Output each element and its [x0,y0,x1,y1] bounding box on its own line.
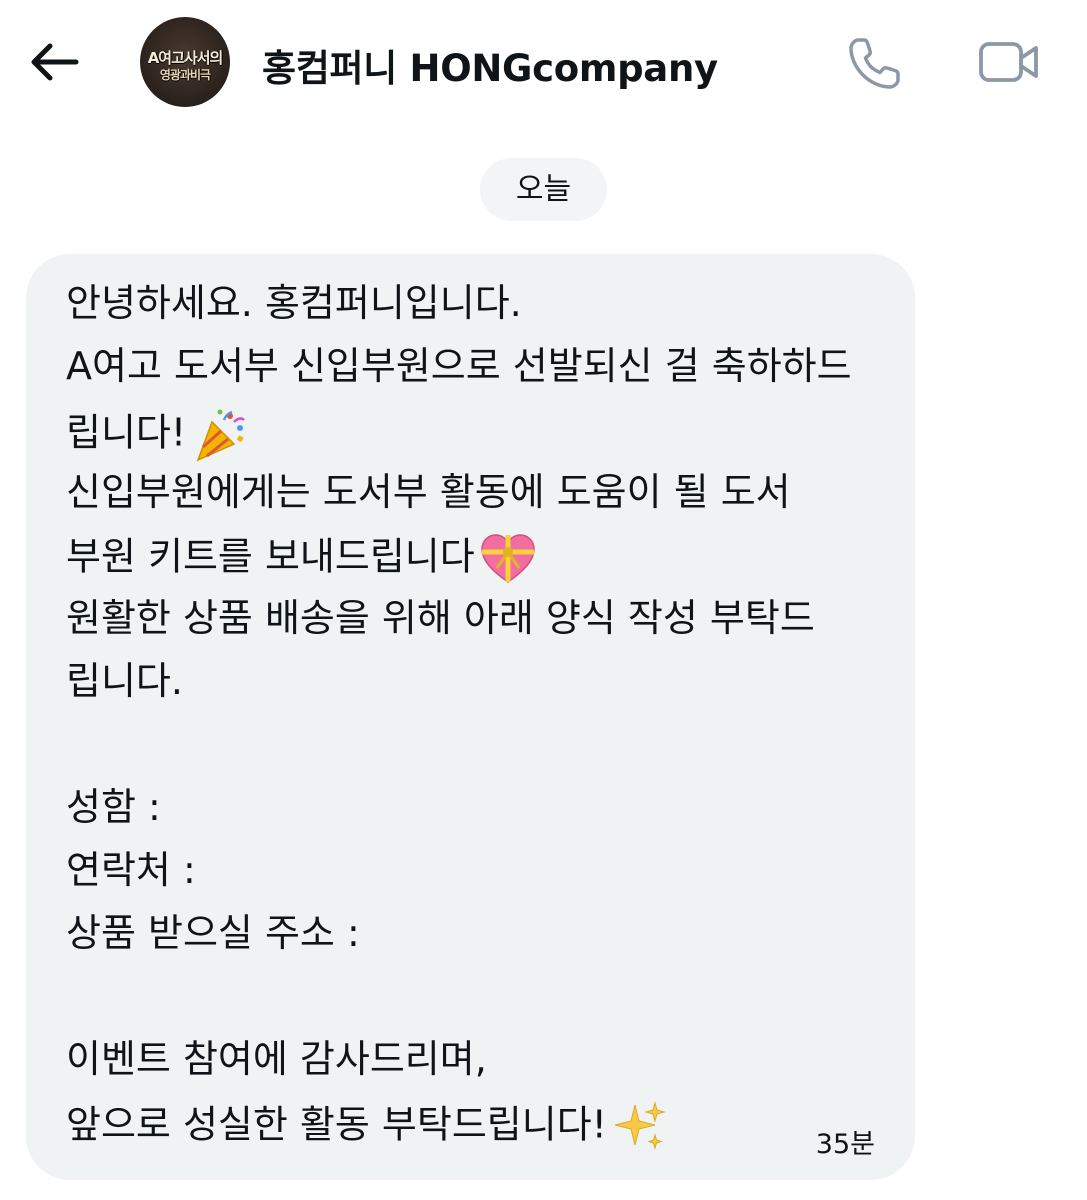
phone-icon [849,38,900,89]
message-line: 이벤트 참여에 감사드리며, [66,1037,487,1081]
call-button[interactable] [846,34,904,92]
message-line: 립니다. [66,659,183,703]
message-line-with-emoji: 립니다! [66,406,248,464]
video-camera-icon [979,42,1038,82]
conversation-header: A여고사서의 영광과비극 홍컴퍼니 HONGcompany [0,0,1087,125]
date-divider: 오늘 [480,158,607,221]
message-line: 성함 : [66,785,161,829]
message-line: A여고 도서부 신입부원으로 선발되신 걸 축하하드 [66,344,852,388]
message-line-with-emoji: 앞으로 성실한 활동 부탁드립니다! [66,1099,667,1155]
message-line: 신입부원에게는 도서부 활동에 도움이 될 도서 [66,470,791,514]
message-line-text: 립니다! [66,410,187,455]
message-timestamp: 35분 [815,1129,875,1160]
party-popper-icon [196,409,246,462]
heart-with-ribbon-icon [480,534,535,583]
message-line-with-emoji: 부원 키트를 보내드립니다 [66,532,537,586]
sparkles-icon [614,1101,666,1150]
avatar-text-line1: A여고사서의 [147,49,224,67]
message-line: 상품 받으실 주소 : [66,911,360,955]
message-bubble[interactable]: 안녕하세요. 홍컴퍼니입니다. A여고 도서부 신입부원으로 선발되신 걸 축하… [26,254,915,1180]
avatar-text-line2: 영광과비극 [159,68,211,82]
avatar[interactable]: A여고사서의 영광과비극 [140,17,230,107]
video-call-button[interactable] [976,36,1042,88]
contact-name[interactable]: 홍컴퍼니 HONGcompany [262,38,718,92]
back-button[interactable] [26,34,82,90]
message-line-text: 앞으로 성실한 활동 부탁드립니다! [66,1102,607,1147]
arrow-left-icon [31,43,79,81]
message-line: 안녕하세요. 홍컴퍼니입니다. [66,281,522,325]
message-line: 연락처 : [66,848,196,892]
message-line: 원활한 상품 배송을 위해 아래 양식 작성 부탁드 [66,596,815,640]
message-line-text: 부원 키트를 보내드립니다 [66,534,475,579]
